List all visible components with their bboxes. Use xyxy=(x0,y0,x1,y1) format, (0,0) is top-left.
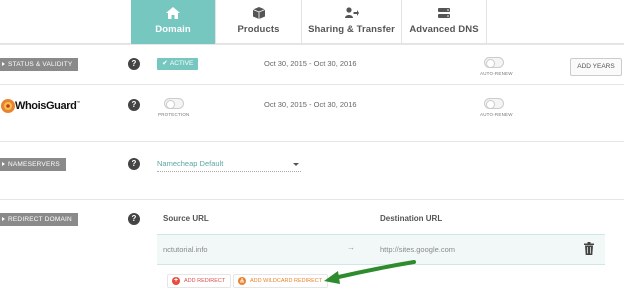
server-icon xyxy=(438,8,450,18)
whoisguard-logo-icon xyxy=(1,99,15,113)
nameservers-select[interactable]: Namecheap Default xyxy=(157,158,301,172)
help-icon[interactable]: ? xyxy=(128,158,140,170)
row-divider xyxy=(0,141,624,142)
help-icon[interactable]: ? xyxy=(128,58,140,70)
tab-advanced-dns[interactable]: Advanced DNS xyxy=(401,0,487,44)
destination-url-header: Destination URL xyxy=(380,214,443,223)
auto-renew-toggle[interactable] xyxy=(484,57,504,68)
add-redirect-button[interactable]: + ADD REDIRECT xyxy=(167,274,232,288)
home-icon xyxy=(166,7,180,19)
row-divider xyxy=(0,199,624,200)
tab-sharing-transfer-label: Sharing & Transfer xyxy=(308,24,395,35)
chevron-down-icon xyxy=(293,163,299,166)
auto-renew-label: AUTO-RENEW xyxy=(480,71,513,76)
validity-dates: Oct 30, 2015 - Oct 30, 2016 xyxy=(264,59,357,68)
share-user-icon xyxy=(344,7,359,18)
protection-label: PROTECTION xyxy=(158,112,190,117)
help-icon[interactable]: ? xyxy=(128,213,140,225)
tab-bar: Domain Products Sharing & Transfer Advan… xyxy=(0,0,624,44)
help-icon[interactable]: ? xyxy=(128,99,140,111)
whoisguard-logo-text: WhoisGuard™ xyxy=(15,100,80,112)
add-years-button[interactable]: ADD YEARS xyxy=(570,58,622,76)
trash-icon[interactable] xyxy=(584,242,594,255)
row-divider xyxy=(0,84,624,85)
status-badge: ✔ ACTIVE xyxy=(157,58,199,70)
whoisguard-dates: Oct 30, 2015 - Oct 30, 2016 xyxy=(264,100,357,109)
package-icon xyxy=(252,7,265,19)
arrow-right-icon: → xyxy=(347,243,355,252)
source-url-header: Source URL xyxy=(163,214,209,223)
whoisguard-auto-renew-toggle[interactable] xyxy=(484,98,504,109)
destination-url-value[interactable]: http://sites.google.com xyxy=(380,245,455,254)
redirect-domain-label: REDIRECT DOMAIN xyxy=(0,213,78,226)
tab-advanced-dns-label: Advanced DNS xyxy=(409,24,479,35)
nameservers-label: NAMESERVERS xyxy=(0,158,66,171)
status-badge-text: ACTIVE xyxy=(169,60,194,67)
protection-toggle[interactable] xyxy=(164,98,184,109)
add-wildcard-redirect-label: ADD WILDCARD REDIRECT xyxy=(250,278,323,284)
tab-products-label: Products xyxy=(237,24,280,35)
tab-sharing-transfer[interactable]: Sharing & Transfer xyxy=(301,0,401,44)
status-validity-label: STATUS & VALIDITY xyxy=(0,58,79,71)
source-url-value[interactable]: nctutorial.info xyxy=(163,245,208,254)
row-divider xyxy=(0,44,624,45)
add-redirect-label: ADD REDIRECT xyxy=(184,278,226,284)
nameservers-selected-value: Namecheap Default xyxy=(157,159,224,168)
plus-icon: + xyxy=(172,277,180,285)
annotation-arrow-icon xyxy=(324,260,416,284)
wildcard-icon: ⁂ xyxy=(238,277,246,285)
tab-domain[interactable]: Domain xyxy=(131,0,215,44)
tab-domain-label: Domain xyxy=(155,24,191,35)
add-wildcard-redirect-button[interactable]: ⁂ ADD WILDCARD REDIRECT xyxy=(233,274,329,288)
tab-products[interactable]: Products xyxy=(215,0,301,44)
whoisguard-auto-renew-label: AUTO-RENEW xyxy=(480,112,513,117)
check-icon: ✔ xyxy=(162,60,168,67)
